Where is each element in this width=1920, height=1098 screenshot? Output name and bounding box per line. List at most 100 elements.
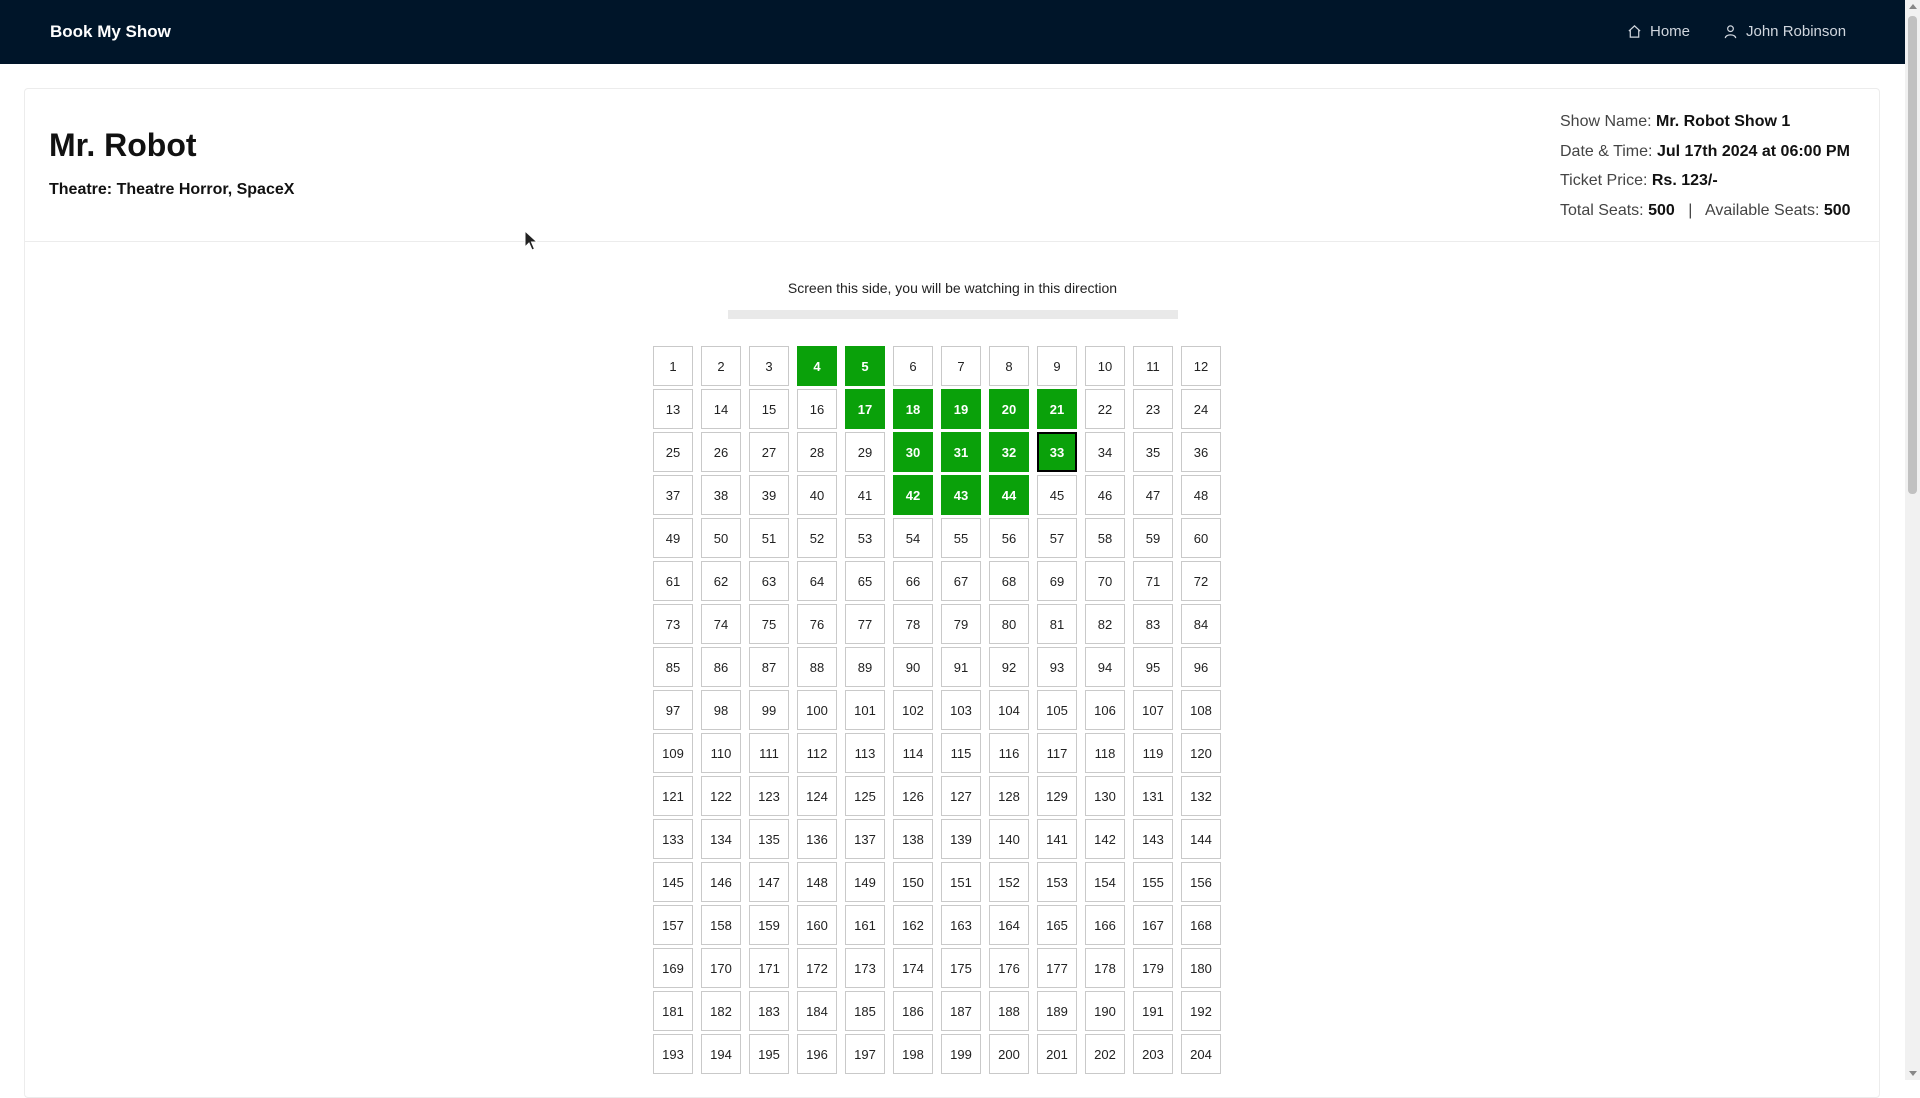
seat-29[interactable]: 29 [845, 432, 885, 472]
seat-163[interactable]: 163 [941, 905, 981, 945]
seat-161[interactable]: 161 [845, 905, 885, 945]
seat-150[interactable]: 150 [893, 862, 933, 902]
seat-66[interactable]: 66 [893, 561, 933, 601]
seat-105[interactable]: 105 [1037, 690, 1077, 730]
seat-144[interactable]: 144 [1181, 819, 1221, 859]
seat-130[interactable]: 130 [1085, 776, 1125, 816]
seat-122[interactable]: 122 [701, 776, 741, 816]
seat-27[interactable]: 27 [749, 432, 789, 472]
seat-10[interactable]: 10 [1085, 346, 1125, 386]
nav-user-link[interactable]: John Robinson [1723, 23, 1846, 40]
seat-173[interactable]: 173 [845, 948, 885, 988]
seat-75[interactable]: 75 [749, 604, 789, 644]
seat-126[interactable]: 126 [893, 776, 933, 816]
seat-118[interactable]: 118 [1085, 733, 1125, 773]
seat-111[interactable]: 111 [749, 733, 789, 773]
seat-189[interactable]: 189 [1037, 991, 1077, 1031]
seat-63[interactable]: 63 [749, 561, 789, 601]
seat-41[interactable]: 41 [845, 475, 885, 515]
seat-121[interactable]: 121 [653, 776, 693, 816]
seat-115[interactable]: 115 [941, 733, 981, 773]
seat-133[interactable]: 133 [653, 819, 693, 859]
seat-25[interactable]: 25 [653, 432, 693, 472]
seat-200[interactable]: 200 [989, 1034, 1029, 1074]
seat-145[interactable]: 145 [653, 862, 693, 902]
seat-132[interactable]: 132 [1181, 776, 1221, 816]
seat-175[interactable]: 175 [941, 948, 981, 988]
seat-20[interactable]: 20 [989, 389, 1029, 429]
seat-85[interactable]: 85 [653, 647, 693, 687]
seat-74[interactable]: 74 [701, 604, 741, 644]
seat-106[interactable]: 106 [1085, 690, 1125, 730]
seat-112[interactable]: 112 [797, 733, 837, 773]
seat-183[interactable]: 183 [749, 991, 789, 1031]
seat-90[interactable]: 90 [893, 647, 933, 687]
seat-164[interactable]: 164 [989, 905, 1029, 945]
seat-60[interactable]: 60 [1181, 518, 1221, 558]
seat-24[interactable]: 24 [1181, 389, 1221, 429]
seat-176[interactable]: 176 [989, 948, 1029, 988]
scroll-up-arrow-icon[interactable] [1909, 4, 1917, 9]
seat-55[interactable]: 55 [941, 518, 981, 558]
seat-103[interactable]: 103 [941, 690, 981, 730]
seat-65[interactable]: 65 [845, 561, 885, 601]
seat-26[interactable]: 26 [701, 432, 741, 472]
seat-199[interactable]: 199 [941, 1034, 981, 1074]
seat-81[interactable]: 81 [1037, 604, 1077, 644]
seat-149[interactable]: 149 [845, 862, 885, 902]
seat-166[interactable]: 166 [1085, 905, 1125, 945]
seat-80[interactable]: 80 [989, 604, 1029, 644]
seat-203[interactable]: 203 [1133, 1034, 1173, 1074]
seat-194[interactable]: 194 [701, 1034, 741, 1074]
seat-44[interactable]: 44 [989, 475, 1029, 515]
scroll-thumb[interactable] [1908, 16, 1917, 494]
seat-39[interactable]: 39 [749, 475, 789, 515]
seat-79[interactable]: 79 [941, 604, 981, 644]
seat-68[interactable]: 68 [989, 561, 1029, 601]
seat-159[interactable]: 159 [749, 905, 789, 945]
seat-28[interactable]: 28 [797, 432, 837, 472]
seat-197[interactable]: 197 [845, 1034, 885, 1074]
seat-100[interactable]: 100 [797, 690, 837, 730]
seat-167[interactable]: 167 [1133, 905, 1173, 945]
seat-182[interactable]: 182 [701, 991, 741, 1031]
seat-148[interactable]: 148 [797, 862, 837, 902]
seat-202[interactable]: 202 [1085, 1034, 1125, 1074]
seat-58[interactable]: 58 [1085, 518, 1125, 558]
seat-71[interactable]: 71 [1133, 561, 1173, 601]
seat-191[interactable]: 191 [1133, 991, 1173, 1031]
seat-94[interactable]: 94 [1085, 647, 1125, 687]
seat-21[interactable]: 21 [1037, 389, 1077, 429]
seat-49[interactable]: 49 [653, 518, 693, 558]
seat-93[interactable]: 93 [1037, 647, 1077, 687]
seat-192[interactable]: 192 [1181, 991, 1221, 1031]
seat-178[interactable]: 178 [1085, 948, 1125, 988]
seat-135[interactable]: 135 [749, 819, 789, 859]
seat-50[interactable]: 50 [701, 518, 741, 558]
seat-108[interactable]: 108 [1181, 690, 1221, 730]
seat-91[interactable]: 91 [941, 647, 981, 687]
seat-11[interactable]: 11 [1133, 346, 1173, 386]
seat-3[interactable]: 3 [749, 346, 789, 386]
seat-12[interactable]: 12 [1181, 346, 1221, 386]
seat-119[interactable]: 119 [1133, 733, 1173, 773]
seat-190[interactable]: 190 [1085, 991, 1125, 1031]
seat-14[interactable]: 14 [701, 389, 741, 429]
seat-35[interactable]: 35 [1133, 432, 1173, 472]
seat-193[interactable]: 193 [653, 1034, 693, 1074]
seat-188[interactable]: 188 [989, 991, 1029, 1031]
seat-13[interactable]: 13 [653, 389, 693, 429]
seat-152[interactable]: 152 [989, 862, 1029, 902]
seat-84[interactable]: 84 [1181, 604, 1221, 644]
seat-67[interactable]: 67 [941, 561, 981, 601]
seat-160[interactable]: 160 [797, 905, 837, 945]
seat-95[interactable]: 95 [1133, 647, 1173, 687]
seat-201[interactable]: 201 [1037, 1034, 1077, 1074]
seat-22[interactable]: 22 [1085, 389, 1125, 429]
seat-127[interactable]: 127 [941, 776, 981, 816]
seat-43[interactable]: 43 [941, 475, 981, 515]
seat-52[interactable]: 52 [797, 518, 837, 558]
seat-48[interactable]: 48 [1181, 475, 1221, 515]
nav-home-link[interactable]: Home [1627, 23, 1690, 40]
seat-156[interactable]: 156 [1181, 862, 1221, 902]
